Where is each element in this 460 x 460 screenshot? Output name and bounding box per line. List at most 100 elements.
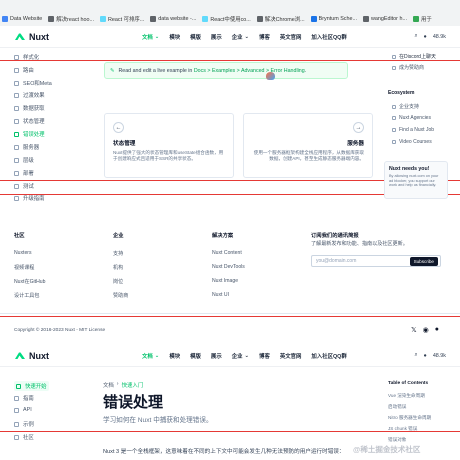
ecosystem-link[interactable]: Nuxt Agencies [392,115,431,121]
bookmark-favicon-icon [310,16,317,22]
sidebar-item-icon [14,183,19,189]
nav-item[interactable]: 文档 [142,352,153,360]
nuxt-logo[interactable]: Nuxt [14,32,124,42]
footer-col-title: 解决方案 [212,233,234,239]
site-header-2: Nuxt 文档 ⌄ 模块 模版 展示 企业 ⌄ 博客 英文官网 加入社区QQ群 ⌕ ● 48.9k [0,345,460,367]
nav-item[interactable]: 模版 [190,352,201,360]
sidebar-item-icon [14,170,19,176]
github-icon[interactable]: ● [424,353,427,359]
nav-item[interactable]: 模块 [169,33,180,41]
bookmark-favicon-icon [2,16,8,22]
footer-link[interactable]: Nuxt UI [212,292,229,298]
footer-link[interactable]: 设计工具包 [14,292,39,299]
sidebar-item-icon [14,105,19,111]
ecosystem-link[interactable]: 企业支持 [392,103,419,110]
bookmark-item[interactable]: 用于 [412,15,432,23]
bookmark-item[interactable]: 解决react hoo... [48,15,94,23]
prev-page-card[interactable]: ← 状态管理 Nuxt提供了强大的状态管理库和useState组合函数，用于创建… [104,113,234,178]
footer-link[interactable]: Nuxt Image [212,278,238,284]
nav-item[interactable]: 英文官网 [280,352,302,360]
footer-divider [0,313,460,314]
github-stars: 48.9k [432,352,446,359]
chevron-down-icon: ⌄ [244,352,250,359]
toc-item[interactable]: Vue 渲染生命周期 [388,393,425,399]
sidebar-item[interactable]: 状态管理 [14,117,45,125]
sponsor-link[interactable]: 成为赞助商 [392,64,424,71]
email-input[interactable]: you@domain.com Subscribe [311,255,441,267]
discord-link[interactable]: 在Discord上聊天 [392,53,436,60]
ecosystem-link-icon [392,140,396,144]
footer-link[interactable]: 机构 [113,264,123,271]
toc-item[interactable]: Nitro 服务器生命周期 [388,415,431,421]
bookmark-item[interactable]: 解决Chrome浏... [256,15,305,23]
ecosystem-link[interactable]: Video Courses [392,139,432,145]
chevron-down-icon: ⌄ [154,352,160,359]
example-link[interactable]: Docs > Examples > Advanced > Error Handl… [194,68,305,74]
sidebar-item[interactable]: 升级指南 [14,194,45,202]
bookmark-item[interactable]: React中使用co... [202,15,251,23]
arrow-right-icon: → [353,122,364,133]
sidebar-item[interactable]: 路由 [14,66,34,74]
nav-item[interactable]: 加入社区QQ群 [311,352,346,360]
sidebar-item[interactable]: API [14,407,32,413]
bookmark-item[interactable]: Data Website [2,15,42,23]
footer-link[interactable]: Nuxt DevTools [212,264,245,270]
footer-link[interactable]: 岗位 [113,278,123,285]
nav-item[interactable]: 英文官网 [280,33,302,41]
sidebar-item[interactable]: 部署 [14,169,34,177]
nav-item[interactable]: 博客 [259,352,270,360]
sidebar-item-icon [14,395,19,401]
nav-item[interactable]: 展示 [211,33,222,41]
sidebar-item[interactable]: 错误处理 [14,130,45,138]
toc-item[interactable]: JS chunk 错误 [388,426,417,432]
sidebar-item[interactable]: 过渡效果 [14,91,45,99]
github-icon[interactable]: ● [424,34,427,40]
nuxt-logo[interactable]: Nuxt [14,351,124,361]
toc-item[interactable]: 错误对象 [388,437,406,443]
sidebar-item[interactable]: 服务器 [14,143,39,151]
sidebar-item[interactable]: 快速开始 [14,381,49,391]
nav-item[interactable]: 企业 [232,33,243,41]
discord-icon[interactable]: ◉ [423,326,429,334]
search-icon[interactable]: ⌕ [415,33,418,40]
sidebar-item-icon [16,383,21,389]
toc-item[interactable]: 启动错误 [388,404,406,410]
sidebar-item[interactable]: 指南 [14,394,34,402]
sidebar-item[interactable]: 示例 [14,420,34,428]
footer-link[interactable]: Nuxters [14,250,32,256]
route-icon [14,67,19,73]
subscribe-button[interactable]: Subscribe [409,256,438,266]
sidebar-item[interactable]: 测试 [14,182,34,190]
nav-item[interactable]: 加入社区QQ群 [311,33,346,41]
nav-item[interactable]: 展示 [211,352,222,360]
footer-link[interactable]: 视频课程 [14,264,34,271]
discord-icon [392,54,396,59]
bookmark-item[interactable]: wangEditor h... [363,15,407,23]
nav-item[interactable]: 企业 [232,352,243,360]
next-page-card[interactable]: → 服务器 使用一个服务器框架构建全栈应用程序，从数据库获取数据，创建API，甚… [243,113,373,178]
footer-link[interactable]: Nuxt Content [212,250,242,256]
sidebar-item[interactable]: 层级 [14,156,34,164]
ecosystem-link[interactable]: Find a Nuxt Job [392,127,434,133]
x-twitter-icon[interactable]: 𝕏 [411,326,417,334]
bookmark-favicon-icon [100,16,107,22]
search-icon[interactable]: ⌕ [415,352,418,359]
footer-link[interactable]: 支持 [113,250,123,257]
example-tip: ✎ Read and edit a live example in Docs >… [104,62,348,79]
nav-item[interactable]: 模块 [169,352,180,360]
bookmark-item[interactable]: Bryntum Sche... [310,15,357,23]
nav-item[interactable]: 模版 [190,33,201,41]
bookmark-item[interactable]: React 可排序... [100,15,144,23]
bookmark-favicon-icon [256,16,263,22]
bookmark-item[interactable]: data website -... [150,15,196,23]
sidebar-item[interactable]: 数据获取 [14,104,45,112]
sidebar-item[interactable]: SEO和Meta [14,79,52,87]
footer-link[interactable]: 赞助商 [113,292,128,299]
nav-item[interactable]: 文档 [142,33,153,41]
nav-item[interactable]: 博客 [259,33,270,41]
divider-line [0,316,460,317]
main-nav: 文档 ⌄ 模块 模版 展示 企业 ⌄ 博客 英文官网 加入社区QQ群 [142,33,347,41]
sidebar-item[interactable]: 社区 [14,433,34,441]
footer-link[interactable]: Nuxt在GitHub [14,278,45,285]
github-icon[interactable]: ● [435,326,439,334]
